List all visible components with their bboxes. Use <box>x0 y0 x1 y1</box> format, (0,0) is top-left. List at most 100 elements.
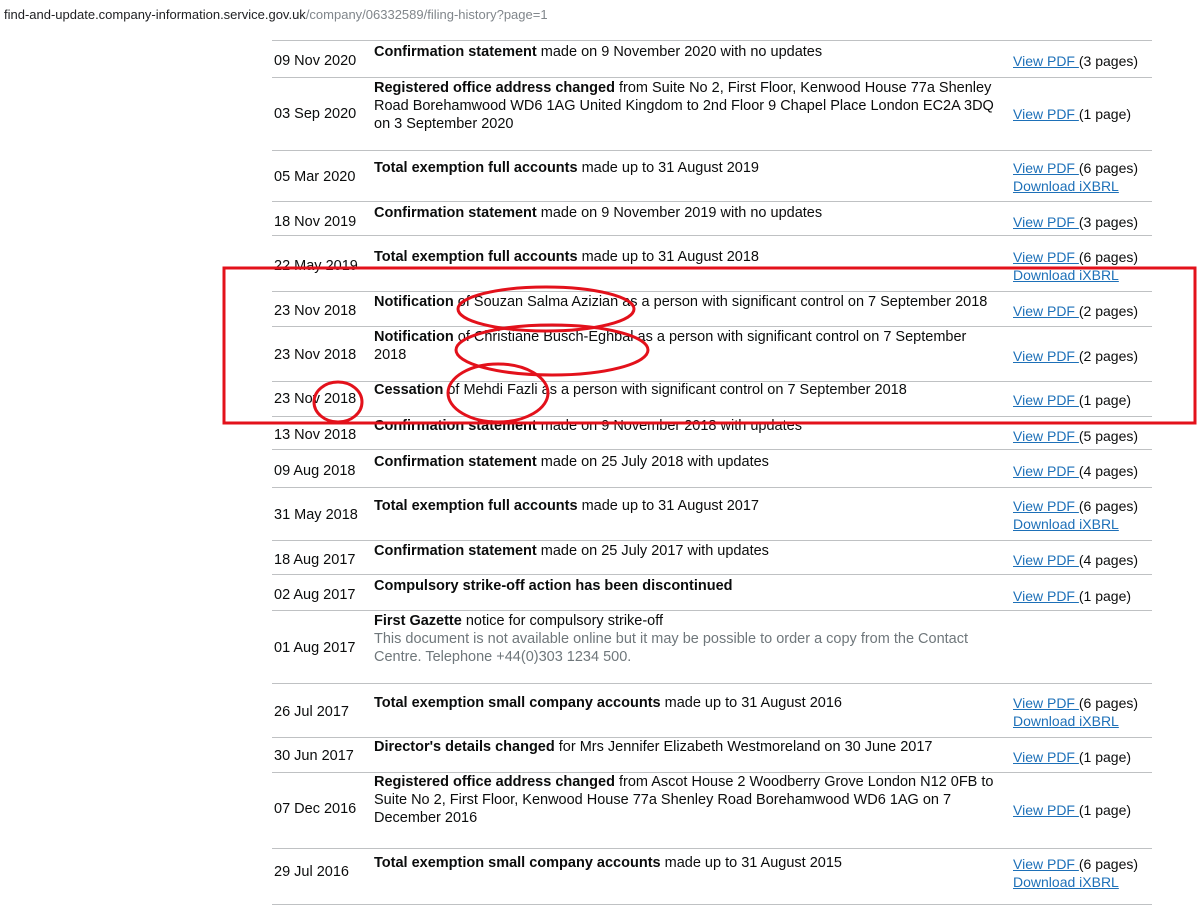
view-pdf-link[interactable]: View PDF <box>1013 303 1079 319</box>
view-pdf-link[interactable]: View PDF <box>1013 348 1079 364</box>
filing-date: 09 Nov 2020 <box>274 53 357 69</box>
filing-description: Total exemption full accounts made up to… <box>374 497 1002 515</box>
view-pdf-link[interactable]: View PDF <box>1013 856 1079 872</box>
filing-type: Notification <box>374 329 454 345</box>
filing-links: View PDF (1 page) <box>1013 105 1153 123</box>
view-pdf-link[interactable]: View PDF <box>1013 588 1079 604</box>
page-count: (1 page) <box>1078 749 1132 765</box>
page-count: (6 pages) <box>1078 856 1139 872</box>
view-pdf-link[interactable]: View PDF <box>1013 428 1079 444</box>
filing-detail: made up to 31 August 2015 <box>660 855 842 871</box>
filing-date: 18 Nov 2019 <box>274 214 357 230</box>
filing-links: View PDF (1 page) <box>1013 587 1153 605</box>
table-row: 23 Nov 2018 Notification of Christiane Bu… <box>272 327 1152 382</box>
download-ixbrl-link[interactable]: Download iXBRL <box>1013 713 1119 729</box>
filing-date: 05 Mar 2020 <box>274 169 356 185</box>
filing-links: View PDF (6 pages) Download iXBRL <box>1013 694 1153 730</box>
download-ixbrl-link[interactable]: Download iXBRL <box>1013 874 1119 890</box>
filing-date: 02 Aug 2017 <box>274 587 356 603</box>
filing-links: View PDF (1 page) <box>1013 391 1153 409</box>
filing-links: View PDF (6 pages) Download iXBRL <box>1013 159 1153 195</box>
filing-links: View PDF (1 page) <box>1013 801 1153 819</box>
filing-description: Confirmation statement made on 25 July 2… <box>374 542 1002 560</box>
filing-date: 23 Nov 2018 <box>274 303 357 319</box>
filing-description: Registered office address changed from S… <box>374 79 1002 133</box>
filing-description: Confirmation statement made on 9 Novembe… <box>374 43 1002 61</box>
view-pdf-link[interactable]: View PDF <box>1013 695 1079 711</box>
filing-detail: of Christiane Busch-Eghbal as a person w… <box>374 329 967 363</box>
table-row: 05 Mar 2020 Total exemption full accounts… <box>272 151 1152 202</box>
page-count: (1 page) <box>1078 588 1132 604</box>
filing-type: Total exemption full accounts <box>374 160 578 176</box>
page-count: (4 pages) <box>1078 552 1139 568</box>
filing-links: View PDF (6 pages) Download iXBRL <box>1013 248 1153 284</box>
page-count: (1 page) <box>1078 106 1132 122</box>
download-ixbrl-link[interactable]: Download iXBRL <box>1013 178 1119 194</box>
filing-type: Total exemption full accounts <box>374 498 578 514</box>
page-count: (5 pages) <box>1078 428 1139 444</box>
filing-type: Cessation <box>374 382 444 398</box>
page-count: (2 pages) <box>1078 303 1139 319</box>
address-bar[interactable]: find-and-update.company-information.serv… <box>0 0 1200 30</box>
table-row: 31 May 2018 Total exemption full accounts… <box>272 488 1152 541</box>
filing-links: View PDF (3 pages) <box>1013 213 1153 231</box>
filing-date: 18 Aug 2017 <box>274 552 356 568</box>
view-pdf-link[interactable]: View PDF <box>1013 552 1079 568</box>
filing-links: View PDF (3 pages) <box>1013 52 1153 70</box>
table-row: 23 Nov 2018 Cessation of Mehdi Fazli as a… <box>272 382 1152 417</box>
filing-detail: made up to 31 August 2019 <box>577 160 759 176</box>
filing-date: 31 May 2018 <box>274 507 358 523</box>
view-pdf-link[interactable]: View PDF <box>1013 160 1079 176</box>
download-ixbrl-link[interactable]: Download iXBRL <box>1013 516 1119 532</box>
filing-date: 22 May 2019 <box>274 258 358 274</box>
view-pdf-link[interactable]: View PDF <box>1013 53 1079 69</box>
filing-description: Total exemption small company accounts m… <box>374 694 1002 712</box>
view-pdf-link[interactable]: View PDF <box>1013 249 1079 265</box>
table-row: 26 Jul 2017 Total exemption small company… <box>272 684 1152 738</box>
filing-type: Registered office address changed <box>374 80 615 96</box>
filing-type: Total exemption small company accounts <box>374 855 661 871</box>
filing-type: Notification <box>374 294 454 310</box>
filing-links: View PDF (1 page) <box>1013 748 1153 766</box>
page-count: (6 pages) <box>1078 498 1139 514</box>
view-pdf-link[interactable]: View PDF <box>1013 214 1079 230</box>
table-row: 22 May 2019 Total exemption full accounts… <box>272 236 1152 292</box>
filing-detail: made up to 31 August 2017 <box>577 498 759 514</box>
filing-date: 07 Dec 2016 <box>274 801 357 817</box>
filing-description: First Gazette notice for compulsory stri… <box>374 612 1002 666</box>
filing-date: 01 Aug 2017 <box>274 640 356 656</box>
view-pdf-link[interactable]: View PDF <box>1013 392 1079 408</box>
filing-type: Confirmation statement <box>374 454 537 470</box>
filing-description: Director's details changed for Mrs Jenni… <box>374 738 1002 756</box>
page-count: (3 pages) <box>1078 214 1139 230</box>
page-count: (6 pages) <box>1078 160 1139 176</box>
filing-type: Registered office address changed <box>374 774 615 790</box>
filing-description: Total exemption small company accounts m… <box>374 854 1002 872</box>
filing-description: Total exemption full accounts made up to… <box>374 159 1002 177</box>
view-pdf-link[interactable]: View PDF <box>1013 749 1079 765</box>
page-count: (4 pages) <box>1078 463 1139 479</box>
view-pdf-link[interactable]: View PDF <box>1013 106 1079 122</box>
view-pdf-link[interactable]: View PDF <box>1013 498 1079 514</box>
filing-type: Confirmation statement <box>374 205 537 221</box>
download-ixbrl-link[interactable]: Download iXBRL <box>1013 267 1119 283</box>
filing-detail: made up to 31 August 2018 <box>577 249 759 265</box>
table-row: 23 Nov 2018 Notification of Souzan Salma … <box>272 292 1152 327</box>
filing-type: Confirmation statement <box>374 543 537 559</box>
filing-type: Director's details changed <box>374 739 555 755</box>
filing-links: View PDF (4 pages) <box>1013 462 1153 480</box>
filing-detail: made on 9 November 2018 with updates <box>536 418 802 434</box>
page-count: (1 page) <box>1078 392 1132 408</box>
page-count: (6 pages) <box>1078 249 1139 265</box>
filing-description: Total exemption full accounts made up to… <box>374 248 1002 266</box>
table-row: 02 Aug 2017 Compulsory strike-off action … <box>272 575 1152 611</box>
url-host: find-and-update.company-information.serv… <box>4 7 306 22</box>
filing-description: Cessation of Mehdi Fazli as a person wit… <box>374 381 1002 399</box>
view-pdf-link[interactable]: View PDF <box>1013 463 1079 479</box>
view-pdf-link[interactable]: View PDF <box>1013 802 1079 818</box>
filing-description: Registered office address changed from A… <box>374 773 1002 827</box>
table-row: 30 Jun 2017 Director's details changed fo… <box>272 738 1152 773</box>
filing-date: 29 Jul 2016 <box>274 864 349 880</box>
filing-links: View PDF (2 pages) <box>1013 347 1153 365</box>
filing-date: 23 Nov 2018 <box>274 391 357 407</box>
